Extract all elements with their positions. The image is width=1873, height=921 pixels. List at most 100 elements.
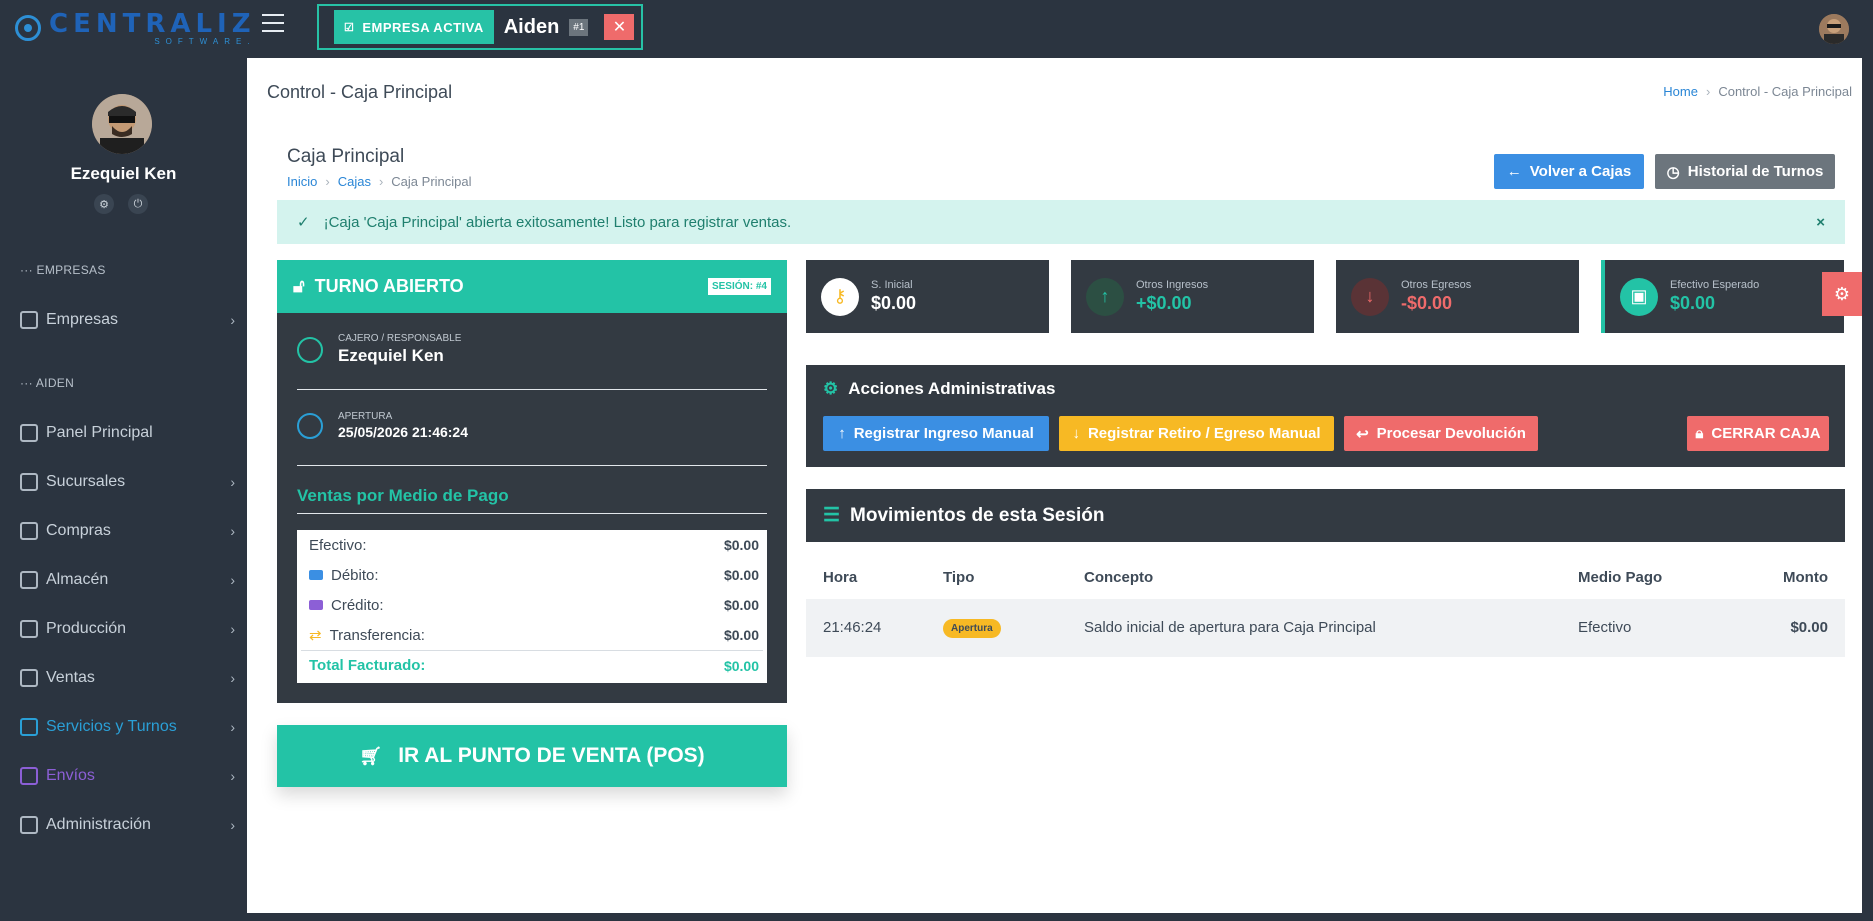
breadcrumb-caja-current: Caja Principal [391,174,472,189]
profile-name: Ezequiel Ken [70,164,177,183]
briefcase-icon [20,816,38,834]
close-company-button[interactable]: ✕ [604,14,635,40]
card-icon [309,570,323,580]
chevron-right-icon: › [230,719,235,735]
shopping-basket-icon [20,522,38,540]
card-breadcrumb: Inicio › Cajas › Caja Principal [287,174,472,189]
undo-icon: ↩ [1356,425,1369,443]
breadcrumb-cajas[interactable]: Cajas [338,174,371,189]
acciones-title: ⚙ Acciones Administrativas [823,379,1056,398]
sidebar-item-ventas[interactable]: Ventas › [20,663,235,693]
breadcrumb-inicio[interactable]: Inicio [287,174,317,189]
sidebar-item-empresas[interactable]: Empresas › [20,305,235,335]
cerrar-caja-button[interactable]: 🔒︎ CERRAR CAJA [1687,416,1829,451]
venta-row-efectivo: Efectivo: $0.00 [309,536,759,554]
stat-card-egresos: ↓ Otros Egresos -$0.00 [1336,260,1579,333]
map-pin-icon [20,473,38,491]
active-company-indicator: ☑ EMPRESA ACTIVA Aiden #1 ✕ [317,4,643,50]
tipo-badge: Apertura [943,619,1001,638]
cell-medio-pago: Efectivo [1578,619,1632,636]
apertura-date: 25/05/2026 21:46:24 [338,424,468,440]
active-company-number: #1 [569,18,589,36]
chevron-right-icon: › [230,768,235,784]
app-logo[interactable]: CENTRALIZ SOFTWARE. [15,10,256,46]
chevron-right-icon: › [230,312,235,328]
logo-icon [15,15,41,41]
settings-gear-icon[interactable]: ⚙ [1822,272,1862,316]
col-header-tipo: Tipo [943,569,975,586]
sesion-badge: SESIÓN: #4 [707,278,771,295]
settings-gear-icon[interactable]: ⚙ [94,194,114,214]
col-header-monto: Monto [1783,569,1828,586]
sidebar-item-produccion[interactable]: Producción › [20,614,235,644]
check-square-icon: ☑ [344,21,355,34]
procesar-devolucion-button[interactable]: ↩ Procesar Devolución [1344,416,1538,451]
calendar-icon [20,718,38,736]
wallet-icon: ▣ [1620,277,1658,316]
cajero-row: CAJERO / RESPONSABLE Ezequiel Ken [297,333,767,366]
cash-icon [20,669,38,687]
clock-icon [297,412,323,439]
clock-icon: ◷ [1666,163,1680,181]
cajero-name: Ezequiel Ken [338,346,444,365]
sidebar: Ezequiel Ken ⚙ ⏻ ··· EMPRESAS Empresas › … [0,58,247,921]
profile-avatar[interactable] [92,94,152,154]
breadcrumb-current: Control - Caja Principal [1718,84,1852,99]
logo-text: CENTRALIZ [49,8,256,39]
warehouse-icon [20,571,38,589]
cajero-label: CAJERO / RESPONSABLE [338,333,462,344]
sidebar-item-servicios-turnos[interactable]: Servicios y Turnos › [20,712,235,742]
venta-row-transferencia: ⇄ Transferencia: $0.00 [309,626,759,645]
sidebar-item-compras[interactable]: Compras › [20,516,235,546]
alert-close-button[interactable]: × [1816,214,1825,231]
home-icon [20,424,38,442]
turno-title: TURNO ABIERTO [314,276,464,296]
ir-pos-button[interactable]: 🛒︎ IR AL PUNTO DE VENTA (POS) [277,725,787,787]
col-header-medio-pago: Medio Pago [1578,569,1663,586]
registrar-retiro-button[interactable]: ↓ Registrar Retiro / Egreso Manual [1059,416,1334,451]
table-row: 21:46:24 Apertura Saldo inicial de apert… [806,599,1845,657]
building-icon [20,311,38,329]
key-icon: ⚷ [821,277,859,316]
sidebar-item-sucursales[interactable]: Sucursales › [20,467,235,497]
power-icon[interactable]: ⏻ [128,194,148,214]
acciones-panel: ⚙ Acciones Administrativas ↑ Registrar Ing… [806,365,1845,467]
gears-icon [20,620,38,638]
empresa-activa-badge: ☑ EMPRESA ACTIVA [334,10,494,44]
turno-header: 🔓︎ TURNO ABIERTO SESIÓN: #4 [277,260,787,313]
check-icon: ✓ [297,214,310,231]
list-icon: ☰ [823,505,841,526]
right-edge-strip [1862,58,1873,921]
lock-icon: 🔒︎ [1695,425,1704,442]
logo-subtext: SOFTWARE. [154,36,256,46]
section-label-aiden: ··· AIDEN [20,376,75,390]
historial-turnos-button[interactable]: ◷ Historial de Turnos [1655,154,1835,189]
user-icon [297,336,323,363]
avatar-image [1819,14,1849,44]
active-company-name: Aiden [503,15,560,38]
apertura-row: APERTURA 25/05/2026 21:46:24 [297,411,767,440]
alert-text: ¡Caja 'Caja Principal' abierta exitosame… [323,213,792,231]
breadcrumb-home[interactable]: Home [1663,84,1698,99]
chevron-right-icon: › [230,474,235,490]
turno-panel: 🔓︎ TURNO ABIERTO SESIÓN: #4 CAJERO / RES… [277,260,787,703]
ventas-title: Ventas por Medio de Pago [297,486,509,505]
registrar-ingreso-button[interactable]: ↑ Registrar Ingreso Manual [823,416,1049,451]
movimientos-panel: ☰ Movimientos de esta Sesión Hora Tipo Co… [806,489,1845,657]
col-header-concepto: Concepto [1084,569,1154,586]
stat-card-esperado: ▣ Efectivo Esperado $0.00 [1601,260,1844,333]
sidebar-item-panel-principal[interactable]: Panel Principal [20,418,235,448]
sidebar-item-almacen[interactable]: Almacén › [20,565,235,595]
lock-icon: 🔓︎ [293,276,305,296]
transfer-icon: ⇄ [309,627,322,644]
chevron-right-icon: › [230,621,235,637]
chevron-right-icon: › [230,817,235,833]
cell-concepto: Saldo inicial de apertura para Caja Prin… [1084,619,1376,636]
section-label-empresas: ··· EMPRESAS [20,263,106,277]
sidebar-item-administracion[interactable]: Administración › [20,810,235,840]
sidebar-item-envios[interactable]: Envíos › [20,761,235,791]
volver-cajas-button[interactable]: ← Volver a Cajas [1494,154,1644,189]
gear-icon: ⚙ [823,379,839,398]
user-avatar[interactable] [1819,14,1849,44]
menu-toggle-icon[interactable] [262,14,284,32]
